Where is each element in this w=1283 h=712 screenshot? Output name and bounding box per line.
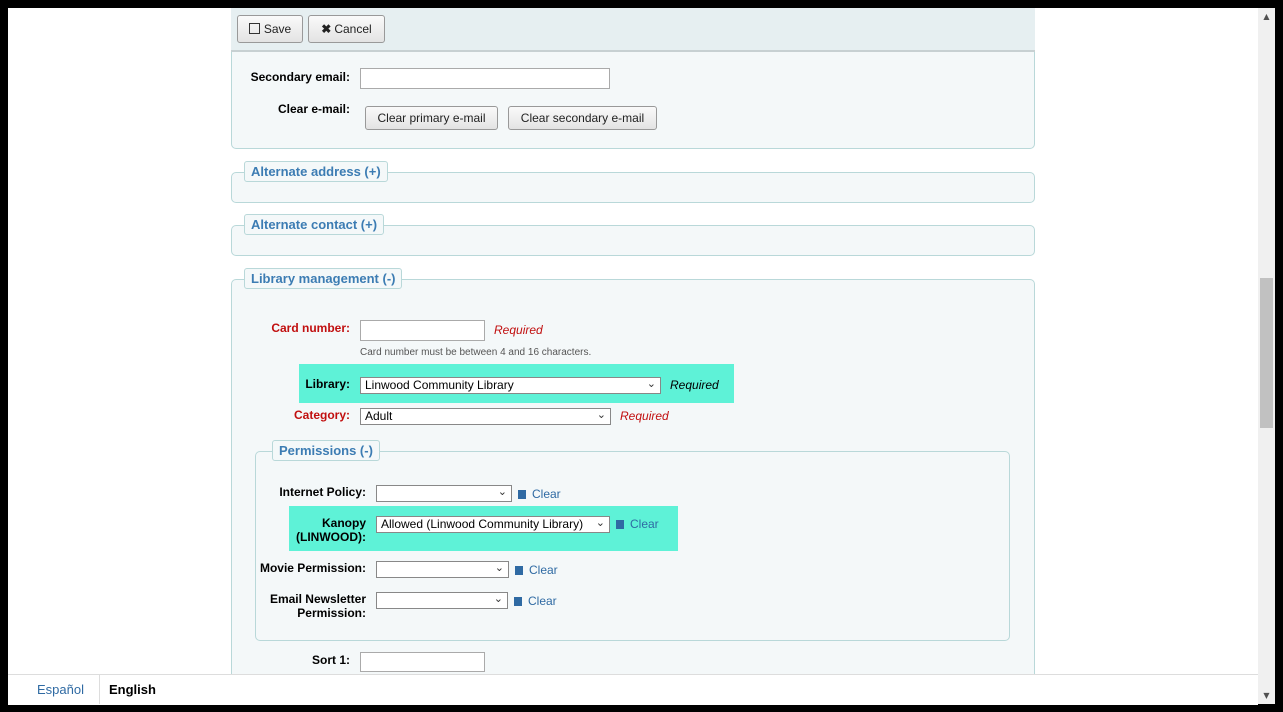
footer-divider xyxy=(99,675,100,704)
newsletter-permission-clear-link[interactable]: Clear xyxy=(514,594,557,608)
lang-espanol-link[interactable]: Español xyxy=(37,682,84,697)
category-required: Required xyxy=(620,409,669,423)
chevron-down-icon: ⌄ xyxy=(646,378,656,390)
chevron-down-icon: ⌄ xyxy=(497,486,507,498)
newsletter-permission-select[interactable]: ⌄ xyxy=(376,592,508,609)
clear-email-label: Clear e-mail: xyxy=(277,102,350,116)
alternate-address-toggle[interactable]: Alternate address (+) xyxy=(244,161,388,182)
secondary-email-label: Secondary email: xyxy=(250,70,350,84)
internet-policy-label: Internet Policy: xyxy=(279,485,366,499)
cancel-button[interactable]: ✖ Cancel xyxy=(308,15,385,43)
category-select[interactable]: Adult ⌄ xyxy=(360,408,611,425)
movie-permission-select[interactable]: ⌄ xyxy=(376,561,509,578)
library-select[interactable]: Linwood Community Library ⌄ xyxy=(360,377,661,394)
page-scrollbar[interactable]: ▲ ▼ xyxy=(1258,8,1275,704)
kanopy-label-line1: Kanopy xyxy=(321,516,366,530)
save-button[interactable]: Save xyxy=(237,15,303,43)
chevron-down-icon: ⌄ xyxy=(494,562,504,574)
chevron-down-icon: ⌄ xyxy=(595,517,605,529)
internet-policy-clear-link[interactable]: Clear xyxy=(518,487,561,501)
close-icon: ✖ xyxy=(321,22,332,36)
library-select-value: Linwood Community Library xyxy=(365,378,514,392)
kanopy-select-value: Allowed (Linwood Community Library) xyxy=(381,517,584,531)
card-number-required: Required xyxy=(494,323,543,337)
clear-secondary-email-button[interactable]: Clear secondary e-mail xyxy=(508,106,657,130)
sort1-label: Sort 1: xyxy=(311,653,350,667)
category-label: Category: xyxy=(293,408,350,422)
library-required: Required xyxy=(670,378,719,392)
trash-icon xyxy=(514,597,522,606)
permissions-toggle[interactable]: Permissions (-) xyxy=(272,440,380,461)
library-management-toggle[interactable]: Library management (-) xyxy=(244,268,403,289)
language-footer xyxy=(8,674,1258,705)
library-label: Library: xyxy=(305,377,350,391)
contact-fieldset xyxy=(231,52,1035,149)
clear-primary-email-button[interactable]: Clear primary e-mail xyxy=(365,106,498,130)
scrollbar-thumb[interactable] xyxy=(1260,278,1273,428)
save-icon xyxy=(248,23,260,34)
card-number-field[interactable] xyxy=(360,320,485,341)
card-number-hint: Card number must be between 4 and 16 cha… xyxy=(360,347,592,358)
category-select-value: Adult xyxy=(365,409,393,423)
kanopy-label-line2: (LINWOOD): xyxy=(296,530,366,544)
secondary-email-field[interactable] xyxy=(360,68,610,89)
trash-icon xyxy=(518,490,526,499)
newsletter-permission-label: Email Newsletter Permission: xyxy=(236,592,366,620)
lang-english-current: English xyxy=(109,682,156,697)
kanopy-select[interactable]: Allowed (Linwood Community Library) ⌄ xyxy=(376,516,610,533)
newsletter-label-line1: Email Newsletter xyxy=(269,592,366,606)
sort1-field[interactable] xyxy=(360,652,485,672)
scroll-up-icon[interactable]: ▲ xyxy=(1258,8,1275,25)
kanopy-clear-link[interactable]: Clear xyxy=(616,517,659,531)
scroll-down-icon[interactable]: ▼ xyxy=(1258,687,1275,704)
movie-permission-label: Movie Permission: xyxy=(259,561,366,575)
chevron-down-icon: ⌄ xyxy=(596,409,606,421)
alternate-contact-toggle[interactable]: Alternate contact (+) xyxy=(244,214,385,235)
chevron-down-icon: ⌄ xyxy=(493,593,503,605)
card-number-label: Card number: xyxy=(271,321,350,335)
internet-policy-select[interactable]: ⌄ xyxy=(376,485,512,502)
trash-icon xyxy=(616,520,624,529)
trash-icon xyxy=(515,566,523,575)
kanopy-label: Kanopy (LINWOOD): xyxy=(246,516,366,544)
movie-permission-clear-link[interactable]: Clear xyxy=(515,563,558,577)
newsletter-label-line2: Permission: xyxy=(297,606,366,620)
